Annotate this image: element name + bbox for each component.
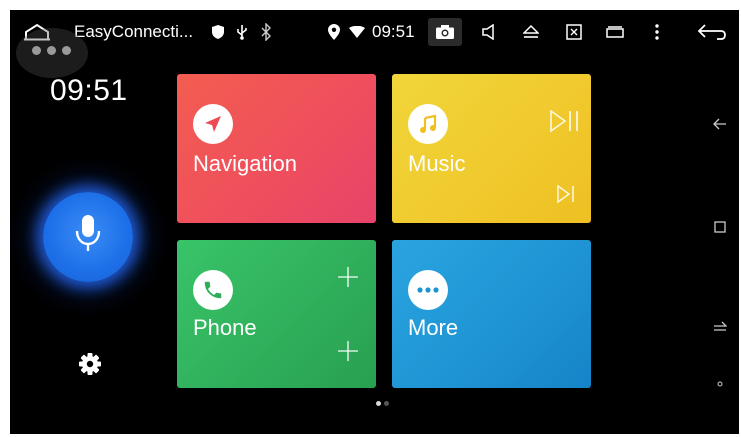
add-icon[interactable] <box>337 266 359 293</box>
navigation-arrow-icon <box>193 104 233 144</box>
switch-icon[interactable] <box>708 316 732 340</box>
screen: EasyConnecti... 09:51 09:51 Navigation M… <box>10 10 739 434</box>
phone-handset-icon <box>193 270 233 310</box>
music-label: Music <box>408 151 466 176</box>
clock: 09:51 <box>50 74 128 107</box>
arrow-left-icon[interactable] <box>708 112 732 136</box>
settings-icon[interactable] <box>78 352 102 376</box>
wifi-icon <box>348 18 366 46</box>
eject-icon[interactable] <box>520 18 542 46</box>
page-indicator <box>376 401 392 407</box>
music-note-icon <box>408 104 448 144</box>
navigation-tile[interactable]: Navigation <box>177 74 376 223</box>
next-track-icon[interactable] <box>556 184 576 209</box>
screenshot-icon[interactable] <box>563 18 585 46</box>
voice-assistant-button[interactable] <box>43 192 133 282</box>
camera-icon[interactable] <box>428 18 462 46</box>
location-icon <box>326 18 342 46</box>
more-label: More <box>408 315 459 340</box>
play-pause-icon[interactable] <box>550 109 580 137</box>
more-tile[interactable]: More <box>392 240 591 388</box>
back-icon[interactable] <box>694 18 730 46</box>
app-title: EasyConnecti... <box>74 22 194 41</box>
add-icon[interactable] <box>337 340 359 367</box>
phone-label: Phone <box>193 315 257 340</box>
small-circle-icon[interactable] <box>708 372 732 396</box>
volume-icon[interactable] <box>478 18 500 46</box>
more-vert-icon[interactable] <box>650 18 664 46</box>
bluetooth-icon <box>258 18 274 46</box>
window-icon[interactable] <box>604 18 626 46</box>
phone-tile[interactable]: Phone <box>177 240 376 388</box>
usb-icon <box>234 18 250 46</box>
microphone-icon <box>75 215 101 251</box>
shield-icon <box>210 18 226 46</box>
status-time: 09:51 <box>372 22 415 41</box>
music-tile[interactable]: Music <box>392 74 591 223</box>
navigation-label: Navigation <box>193 151 297 176</box>
square-icon[interactable] <box>708 215 732 239</box>
status-bar: EasyConnecti... 09:51 <box>10 10 739 54</box>
more-dots-icon <box>408 270 448 310</box>
floating-menu-dots[interactable] <box>16 28 88 78</box>
